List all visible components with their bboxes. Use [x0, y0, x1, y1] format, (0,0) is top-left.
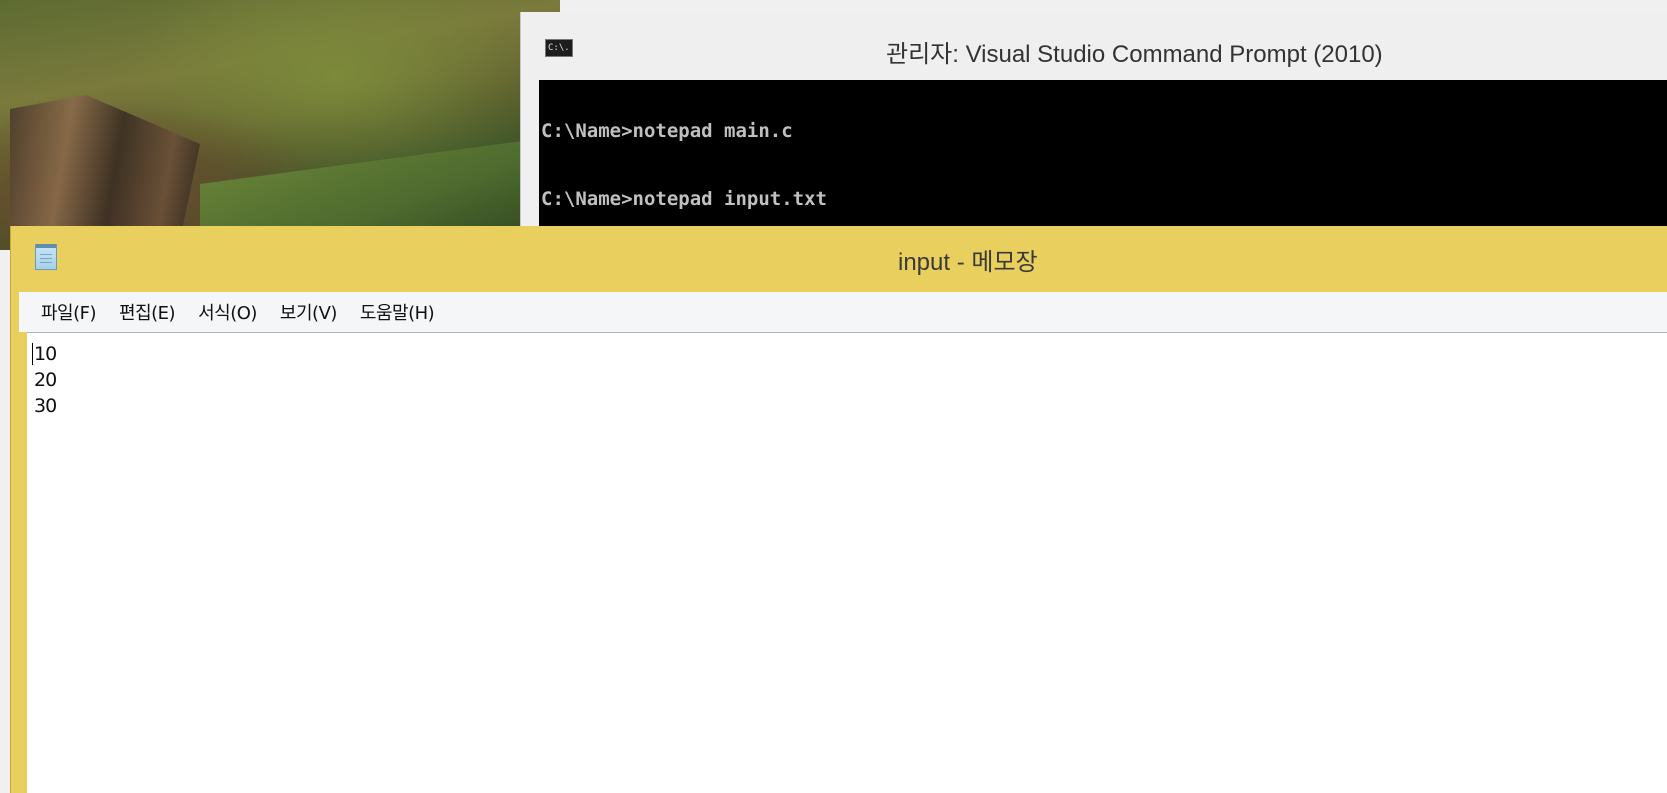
- text-line: 10: [34, 343, 57, 365]
- notepad-window[interactable]: input - 메모장 파일(F) 편집(E) 서식(O) 보기(V) 도움말(…: [10, 226, 1667, 793]
- notepad-window-title: input - 메모장: [898, 249, 1038, 276]
- cmd-titlebar[interactable]: C:\. 관리자: Visual Studio Command Prompt (…: [521, 12, 1667, 80]
- text-caret: [32, 343, 33, 365]
- notepad-titlebar[interactable]: input - 메모장: [11, 226, 1667, 292]
- notepad-text-area[interactable]: 10 20 30: [27, 332, 1667, 793]
- notepad-icon[interactable]: [35, 244, 57, 270]
- cmd-line: C:\Name>notepad main.c: [541, 120, 793, 142]
- menu-view[interactable]: 보기(V): [280, 299, 337, 325]
- cmd-line: C:\Name>notepad input.txt: [541, 188, 827, 210]
- cmd-icon-text: C:\.: [548, 43, 570, 53]
- cmd-app-icon[interactable]: C:\.: [545, 39, 573, 57]
- notepad-content: 10 20 30: [34, 341, 57, 419]
- menu-help[interactable]: 도움말(H): [360, 299, 435, 325]
- text-line: 30: [34, 395, 57, 417]
- desktop-wallpaper: [0, 0, 560, 250]
- text-line: 20: [34, 369, 57, 391]
- cmd-window-title: 관리자: Visual Studio Command Prompt (2010): [886, 41, 1383, 68]
- cmd-window[interactable]: C:\. 관리자: Visual Studio Command Prompt (…: [520, 12, 1667, 252]
- menu-file[interactable]: 파일(F): [41, 299, 97, 325]
- cmd-console[interactable]: C:\Name>notepad main.c C:\Name>notepad i…: [539, 80, 1667, 240]
- wallpaper-cliff: [10, 95, 200, 235]
- menu-format[interactable]: 서식(O): [198, 299, 257, 325]
- notepad-menubar: 파일(F) 편집(E) 서식(O) 보기(V) 도움말(H): [19, 292, 1667, 332]
- menu-edit[interactable]: 편집(E): [119, 299, 176, 325]
